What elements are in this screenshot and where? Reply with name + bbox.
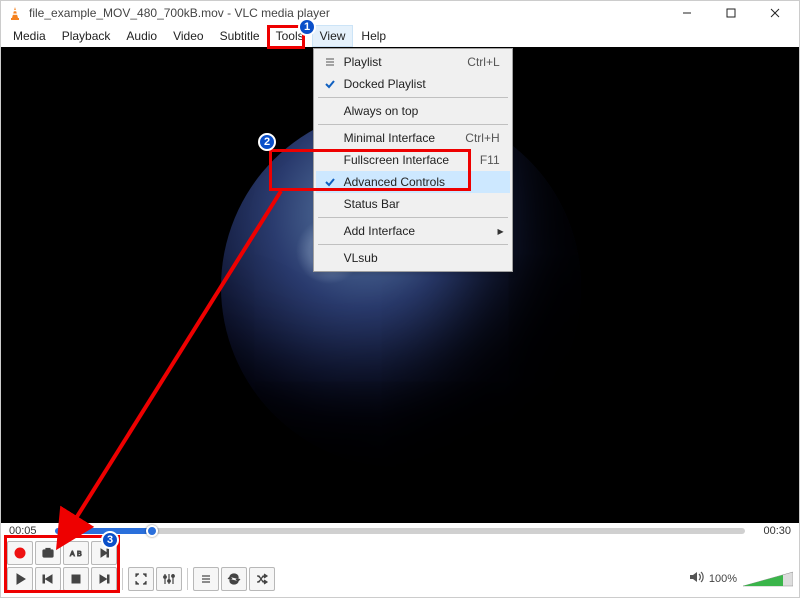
titlebar: file_example_MOV_480_700kB.mov - VLC med… [1,1,799,25]
speaker-icon[interactable] [689,570,705,589]
play-button[interactable] [7,567,33,591]
control-separator [187,568,188,590]
list-icon [320,56,340,68]
fullscreen-button[interactable] [128,567,154,591]
seek-knob[interactable] [146,525,158,537]
window-controls [665,1,797,25]
snapshot-button[interactable] [35,541,61,565]
stop-button[interactable] [63,567,89,591]
total-time[interactable]: 00:30 [751,525,791,537]
seek-row: 00:05 00:30 [1,523,799,539]
elapsed-time[interactable]: 00:05 [9,525,49,537]
menu-separator [318,217,508,218]
seek-slider[interactable] [55,528,745,534]
advanced-controls-row: AB [7,541,793,565]
seek-progress [55,528,152,534]
volume-control: 100% [689,570,793,589]
menu-view-docked-playlist[interactable]: Docked Playlist [316,73,510,95]
menu-view-minimal-interface[interactable]: Minimal Interface Ctrl+H [316,127,510,149]
menu-view-advanced-controls[interactable]: Advanced Controls [316,171,510,193]
record-button[interactable] [7,541,33,565]
menu-separator [318,124,508,125]
close-button[interactable] [753,1,797,25]
loop-ab-button[interactable]: AB [63,541,89,565]
menu-tools[interactable]: Tools [268,25,312,47]
main-controls-row: 100% [7,567,793,591]
vlc-window: file_example_MOV_480_700kB.mov - VLC med… [0,0,800,598]
next-track-button[interactable] [91,567,117,591]
maximize-button[interactable] [709,1,753,25]
menu-subtitle[interactable]: Subtitle [212,25,268,47]
menu-view-add-interface[interactable]: Add Interface [316,220,510,242]
window-title: file_example_MOV_480_700kB.mov - VLC med… [29,6,665,20]
menu-view-status-bar[interactable]: Status Bar [316,193,510,215]
check-icon [320,78,340,90]
svg-text:A: A [70,551,75,558]
menu-audio[interactable]: Audio [118,25,165,47]
menubar: Media Playback Audio Video Subtitle Tool… [1,25,799,47]
shuffle-button[interactable] [249,567,275,591]
menu-media[interactable]: Media [5,25,54,47]
frame-step-button[interactable] [91,541,117,565]
volume-percent: 100% [709,573,737,585]
loop-button[interactable] [221,567,247,591]
menu-view-playlist[interactable]: Playlist Ctrl+L [316,51,510,73]
view-dropdown: Playlist Ctrl+L Docked Playlist Always o… [313,48,513,272]
minimize-button[interactable] [665,1,709,25]
controls-panel: AB 100% [1,539,799,597]
menu-video[interactable]: Video [165,25,211,47]
prev-track-button[interactable] [35,567,61,591]
playlist-button[interactable] [193,567,219,591]
svg-text:B: B [77,551,82,558]
menu-help[interactable]: Help [353,25,394,47]
menu-view[interactable]: View Playlist Ctrl+L Docked Playlist Alw… [312,25,354,47]
control-separator [122,568,123,590]
menu-view-vlsub[interactable]: VLsub [316,247,510,269]
extended-settings-button[interactable] [156,567,182,591]
menu-separator [318,244,508,245]
vlc-cone-icon [7,5,23,21]
check-icon [320,176,340,188]
menu-separator [318,97,508,98]
menu-playback[interactable]: Playback [54,25,119,47]
volume-slider[interactable] [743,570,793,588]
menu-view-always-on-top[interactable]: Always on top [316,100,510,122]
menu-view-fullscreen-interface[interactable]: Fullscreen Interface F11 [316,149,510,171]
